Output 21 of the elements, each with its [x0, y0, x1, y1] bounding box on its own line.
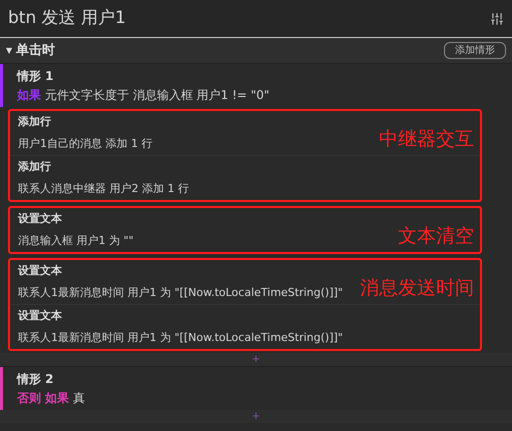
action-detail: 联系人1最新消息时间 用户1 为 "[[Now.toLocaleTimeString()]]"	[18, 284, 343, 300]
action-detail: 用户1自己的消息 添加 1 行	[18, 136, 152, 152]
action-detail: 联系人消息中继器 用户2 添加 1 行	[18, 180, 189, 196]
action-detail: 联系人1最新消息时间 用户1 为 "[[Now.toLocaleTimeString()]]"	[18, 330, 343, 346]
condition-keyword: 否则 如果	[17, 390, 70, 407]
action-title: 设置文本	[18, 263, 62, 279]
window-title: btn 发送 用户1	[8, 6, 126, 30]
event-label: 单击时	[16, 42, 56, 60]
action-title: 设置文本	[18, 211, 62, 227]
add-case-button[interactable]: 添加情形	[444, 42, 506, 59]
action-title: 添加行	[18, 159, 51, 175]
action-title: 设置文本	[18, 308, 62, 324]
action-title: 添加行	[18, 114, 51, 130]
case-title: 情形 1	[17, 68, 55, 85]
collapse-icon[interactable]: ▼	[6, 44, 12, 56]
condition-text: 元件文字长度于 消息输入框 用户1 != "0"	[45, 87, 270, 104]
case-title: 情形 2	[17, 371, 55, 388]
settings-icon[interactable]	[490, 12, 504, 26]
condition-text: 真	[73, 390, 86, 407]
condition-keyword: 如果	[17, 87, 41, 104]
action-detail: 消息输入框 用户1 为 ""	[18, 232, 134, 248]
